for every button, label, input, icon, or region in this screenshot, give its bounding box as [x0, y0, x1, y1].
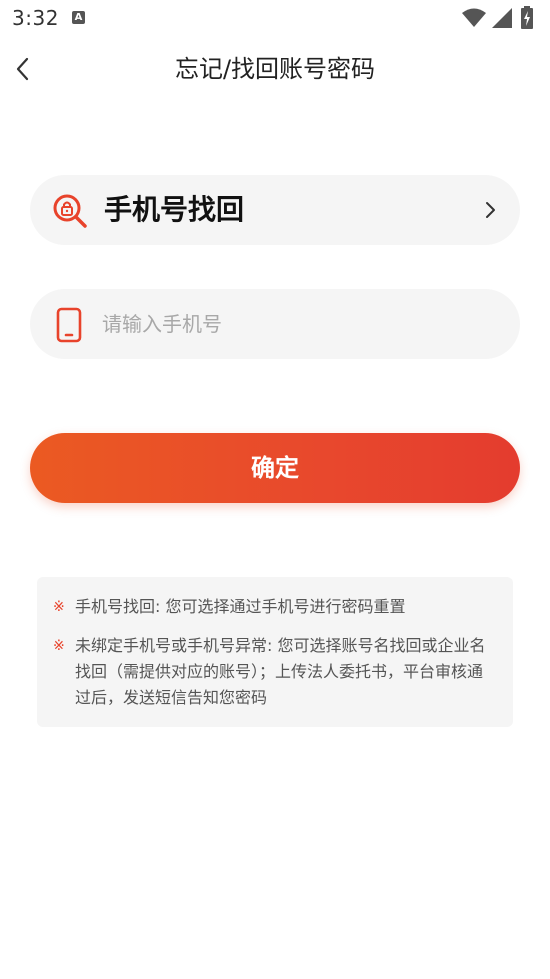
page-title: 忘记/找回账号密码: [174, 55, 376, 83]
note-mark: ※: [53, 599, 65, 615]
info-note-text: 未绑定手机号或手机号异常: 您可选择账号名找回或企业名找回（需提供对应的账号）；…: [75, 636, 486, 707]
signal-icon: [492, 8, 512, 28]
a-icon: A: [72, 11, 85, 24]
status-time: 3:32: [12, 6, 59, 30]
wifi-icon: [462, 8, 486, 27]
search-lock-icon: [53, 194, 87, 228]
info-note-text: 手机号找回: 您可选择通过手机号进行密码重置: [75, 597, 406, 616]
header: 忘记/找回账号密码: [0, 44, 550, 94]
chevron-right-icon: [486, 202, 495, 218]
status-bar: 3:32 A: [0, 0, 550, 36]
note-mark: ※: [53, 638, 65, 654]
info-notes: ※ 手机号找回: 您可选择通过手机号进行密码重置 ※ 未绑定手机号或手机号异常:…: [37, 577, 513, 727]
status-icons: [462, 6, 542, 30]
phone-icon: [56, 307, 82, 343]
recovery-method-label: 手机号找回: [104, 193, 245, 226]
recovery-method-selector[interactable]: 手机号找回: [30, 175, 520, 245]
confirm-button[interactable]: 确定: [30, 433, 520, 503]
phone-field: [30, 289, 520, 359]
phone-input[interactable]: [102, 289, 492, 359]
battery-charging-icon: [521, 6, 533, 29]
